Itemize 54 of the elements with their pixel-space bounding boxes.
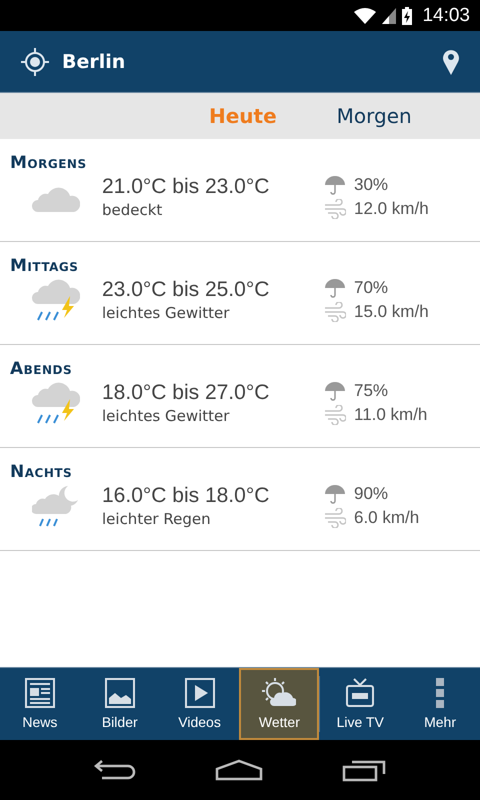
temperature-range: 21.0°C bis 23.0°C [102,175,270,199]
wind-speed: 11.0 km/h [354,405,428,425]
nav-tab[interactable]: Bilder [80,668,160,740]
map-pin-icon[interactable] [442,48,460,74]
rain-probability: 70% [354,278,388,298]
night-rain-icon [32,484,80,528]
temperature-range: 16.0°C bis 18.0°C [102,484,270,508]
back-icon[interactable] [94,759,136,781]
wind-icon [324,199,346,219]
wifi-icon [354,8,376,24]
rain-probability: 30% [354,175,388,195]
weather-condition: leichtes Gewitter [102,407,230,425]
temperature-range: 18.0°C bis 27.0°C [102,381,270,405]
temperature-range: 23.0°C bis 25.0°C [102,278,270,302]
nav-tab[interactable]: News [0,668,80,740]
newspaper-icon [24,678,55,708]
weather-condition: leichtes Gewitter [102,304,230,322]
wind-icon [324,405,346,425]
day-tab[interactable]: Morgen [336,104,412,128]
nav-tab[interactable]: Live TV [320,668,400,740]
nav-tab[interactable]: Mehr [400,668,480,740]
nav-tab[interactable]: Wetter [239,668,320,740]
wind-icon [324,508,346,528]
umbrella-icon [324,381,346,401]
period-title: Abends [10,359,74,379]
rain-probability: 75% [354,381,388,401]
clock-time: 14:03 [422,4,470,26]
image-icon [104,678,135,708]
more-icon [436,678,444,708]
location-target-icon[interactable] [20,46,50,76]
wind-speed: 6.0 km/h [354,508,420,528]
recent-apps-icon[interactable] [342,758,386,782]
battery-icon [402,6,412,24]
wind-icon [324,302,346,322]
thunderstorm-icon [32,381,80,425]
thunderstorm-icon [32,278,80,322]
period-title: Morgens [10,153,88,173]
sun-cloud-icon [262,678,296,708]
umbrella-icon [324,484,346,504]
weather-condition: leichter Regen [102,510,212,528]
period-title: Mittags [10,256,80,276]
rain-probability: 90% [354,484,388,504]
period-title: Nachts [10,462,74,482]
tv-icon [345,678,376,708]
umbrella-icon [324,175,346,195]
home-icon[interactable] [214,759,263,781]
city-name: Berlin [62,50,126,72]
umbrella-icon [324,278,346,298]
signal-icon [382,8,396,24]
nav-tab[interactable]: Videos [160,668,240,740]
wind-speed: 15.0 km/h [354,302,429,322]
wind-speed: 12.0 km/h [354,199,429,219]
weather-condition: bedeckt [102,201,164,219]
play-icon [184,678,215,708]
